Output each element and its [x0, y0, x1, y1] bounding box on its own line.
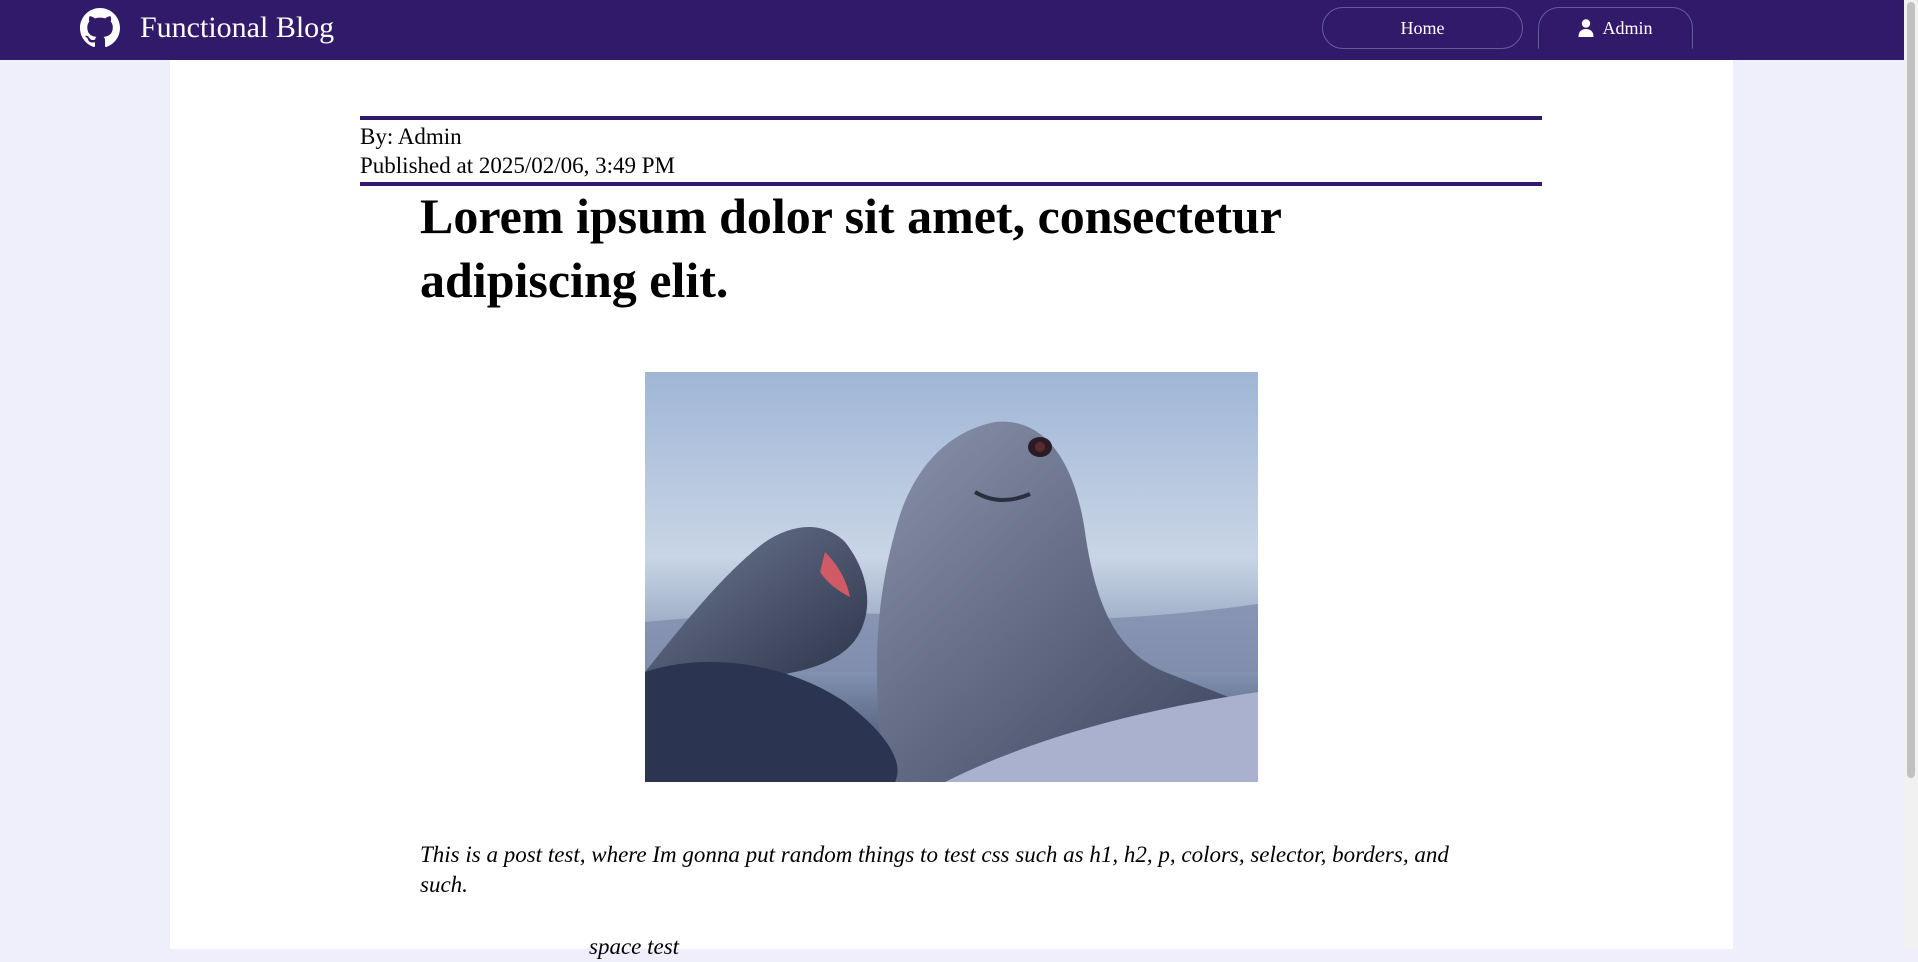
nav-home-button[interactable]: Home — [1322, 7, 1523, 49]
post-author: By: Admin — [360, 124, 462, 149]
github-icon — [80, 8, 120, 48]
post-container: By: Admin Published at 2025/02/06, 3:49 … — [170, 60, 1733, 959]
nav-home-label: Home — [1400, 17, 1445, 38]
post-space-test-text: space test — [589, 934, 680, 959]
post-published-date: Published at 2025/02/06, 3:49 PM — [360, 153, 675, 178]
post-title: Lorem ipsum dolor sit amet, consectetur … — [420, 188, 1282, 308]
user-icon — [1578, 19, 1594, 37]
nav-admin-button[interactable]: Admin — [1538, 7, 1693, 49]
post-image — [645, 372, 1258, 782]
brand-title: Functional Blog — [140, 11, 335, 44]
page-scrollbar[interactable] — [1904, 0, 1918, 949]
nav-admin-label: Admin — [1602, 17, 1653, 38]
post-body-text: This is a post test, where Im gonna put … — [420, 842, 1449, 897]
brand-link[interactable]: Functional Blog — [80, 6, 334, 50]
post-meta: By: Admin Published at 2025/02/06, 3:49 … — [360, 116, 1542, 186]
top-navbar: Functional Blog Home Admin — [0, 0, 1904, 60]
scrollbar-thumb[interactable] — [1907, 2, 1915, 778]
